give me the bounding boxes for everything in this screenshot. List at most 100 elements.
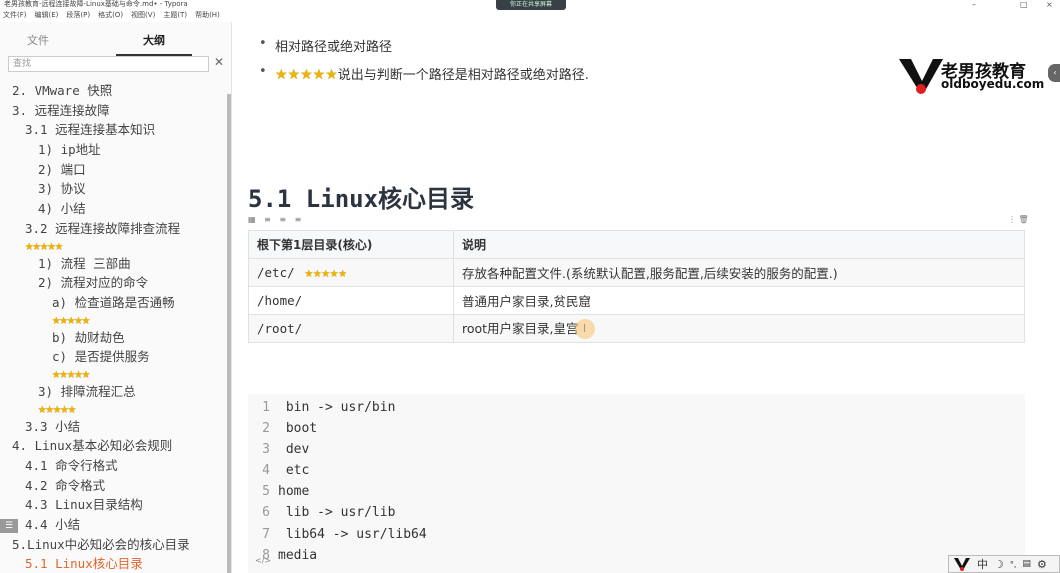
code-text: lib64 -> usr/lib64 [278,526,427,542]
punctuation-icon[interactable]: °, [1010,560,1017,569]
outline-item[interactable]: 3) 协议 [0,179,225,199]
outline-item[interactable]: c) 是否提供服务 [0,347,225,367]
dir-cell[interactable]: /home/ [248,286,454,315]
screen-share-badge[interactable]: 你正在共享屏幕 [496,0,566,10]
dir-cell[interactable]: /etc/ ★★★★★ [248,258,454,287]
stars-rating[interactable]: ★★★★★ [0,239,225,254]
maximize-button[interactable]: □ [1020,0,1028,9]
outline-item[interactable]: 3.1 远程连接基本知识 [0,120,225,140]
table-more-icon[interactable]: ⋮ 🗑 [1008,215,1029,224]
menu-item[interactable]: 视图(V) [131,10,155,21]
heading: 5.1 Linux核心目录 [248,185,475,213]
outline-item[interactable]: 2) 端口 [0,160,225,180]
keyboard-icon[interactable]: ▤ [1022,559,1031,569]
outline-item[interactable]: 1) 流程 三部曲 [0,254,225,274]
table-row: /root/root用户家目录,皇宫 I [248,314,1025,343]
outline-item[interactable]: 4.4 小结 [0,515,225,535]
code-text: media [278,547,318,563]
stars-rating: ★★★★★ [275,67,338,83]
outline-item[interactable]: 4.2 命令格式 [0,476,225,496]
list-item: 相对路径或绝对路径 [259,36,392,55]
menu-item[interactable]: 文件(F) [3,10,27,21]
desc-cell[interactable]: 普通用户家目录,贫民窟 [453,286,1025,315]
dir-name: /etc/ [257,264,295,280]
gear-icon[interactable]: ⚙ [1037,558,1047,571]
outline-item[interactable]: 3) 排障流程汇总 [0,382,225,402]
table-header: 说明 [453,230,1025,259]
description: 存放各种配置文件.(系统默认配置,服务配置,后续安装的服务的配置.) [462,266,838,281]
outline-item[interactable]: 1) ip地址 [0,140,225,160]
editor: 相对路径或绝对路径 ★★★★★说出与判断一个路径是相对路径或绝对路径. 老男孩教… [233,22,1060,573]
dir-cell[interactable]: /root/ [248,314,454,343]
stars-rating[interactable]: ★★★★★ [0,313,225,328]
outline-toggle-icon[interactable]: ☰ [0,519,18,533]
stars-rating[interactable]: ★★★★★ [0,402,225,417]
code-line: 1 bin -> usr/bin [248,397,1025,418]
outline-item[interactable]: 3.2 远程连接故障排查流程 [0,219,225,239]
code-text: lib -> usr/lib [278,505,396,521]
ime-logo-icon [954,558,970,571]
moon-icon[interactable]: ☽ [994,558,1004,571]
dir-name: /root/ [257,321,303,336]
table-header: 根下第1层目录(核心) [248,230,454,259]
sidebar-scrollbar[interactable] [227,94,231,573]
stars-rating[interactable]: ★★★★★ [0,367,225,382]
code-line: 7 lib64 -> usr/lib64 [248,524,1025,545]
outline-search-input[interactable]: 查找 [8,56,209,72]
ime-toolbar[interactable]: 中 ☽ °, ▤ ⚙ [948,555,1060,573]
menu-item[interactable]: 编辑(E) [35,10,59,21]
outline-item[interactable]: 4. Linux基本必知必会规则 [0,436,225,456]
line-number: 7 [262,526,270,542]
desc-cell[interactable]: 存放各种配置文件.(系统默认配置,服务配置,后续安装的服务的配置.) [453,258,1025,287]
stars-rating: ★★★★★ [304,264,347,281]
outline-item[interactable]: 4.1 命令行格式 [0,456,225,476]
logo-v-icon [899,59,943,94]
line-number: 3 [262,442,270,458]
code-block[interactable]: 1 bin -> usr/bin 2 boot 3 dev 4 etc 5 home 6 l… [248,394,1025,573]
line-number: 5 [262,484,270,500]
desc-cell[interactable]: root用户家目录,皇宫 I [453,314,1025,343]
list-item: ★★★★★说出与判断一个路径是相对路径或绝对路径. [259,64,589,83]
description: root用户家目录,皇宫 [462,320,579,336]
outline-item[interactable]: 2) 流程对应的命令 [0,273,225,293]
menu-item[interactable]: 段落(P) [66,10,90,21]
logo: 老男孩教育 oldboyedu.com [897,55,1044,95]
text-cursor-icon: I [574,319,595,340]
collapse-panel-button[interactable]: ‹ [1048,64,1060,82]
code-line: 5 home [248,481,1025,502]
code-line: 8 media [248,545,1025,566]
directory-table: 根下第1层目录(核心) 说明 /etc/ ★★★★★ 存放各种配置文件.(系统默认配… [248,230,1025,343]
code-text: bin -> usr/bin [278,400,396,415]
menu-bar: 文件(F) 编辑(E) 段落(P) 格式(O) 视图(V) 主题(T) 帮助(H) [0,10,220,21]
minimize-button[interactable]: – [972,0,976,9]
line-number: 4 [262,463,270,479]
code-text: boot [278,421,318,437]
line-number: 1 [262,400,270,415]
description: 普通用户家目录,贫民窟 [462,294,591,309]
outline-item[interactable]: 4) 小结 [0,199,225,219]
close-icon[interactable]: ✕ [214,55,224,69]
code-line: 6 lib -> usr/lib [248,502,1025,523]
table-toolbar[interactable]: ▦ ≡ ≡ ≡ [248,215,304,224]
code-icon[interactable]: </> [255,556,271,565]
outline-item[interactable]: 3.3 小结 [0,417,225,437]
code-line: 2 boot [248,418,1025,439]
outline-item[interactable]: 2. VMware 快照 [0,81,225,101]
outline-item[interactable]: 3. 远程连接故障 [0,101,225,121]
outline-item[interactable]: b) 劫财劫色 [0,328,225,348]
tab-outline[interactable]: 大纲 [116,32,192,56]
tab-files[interactable]: 文件 [0,32,76,56]
menu-item[interactable]: 格式(O) [98,10,123,21]
code-line: 3 dev [248,439,1025,460]
code-text: home [278,484,310,500]
menu-item[interactable]: 主题(T) [163,10,187,21]
menu-item[interactable]: 帮助(H) [195,10,220,21]
outline-item[interactable]: 5.Linux中必知必会的核心目录 [0,535,225,555]
close-button[interactable]: × [1046,0,1053,9]
table-row: /etc/ ★★★★★ 存放各种配置文件.(系统默认配置,服务配置,后续安装的服务的… [248,258,1025,287]
outline-item[interactable]: a) 检查道路是否通畅 [0,293,225,313]
outline-list: 2. VMware 快照 3. 远程连接故障 3.1 远程连接基本知识 1) ip地址… [0,81,225,573]
ime-language[interactable]: 中 [977,556,988,572]
outline-item[interactable]: 5.1 Linux核心目录 [0,554,225,573]
outline-item[interactable]: 4.3 Linux目录结构 [0,495,225,515]
